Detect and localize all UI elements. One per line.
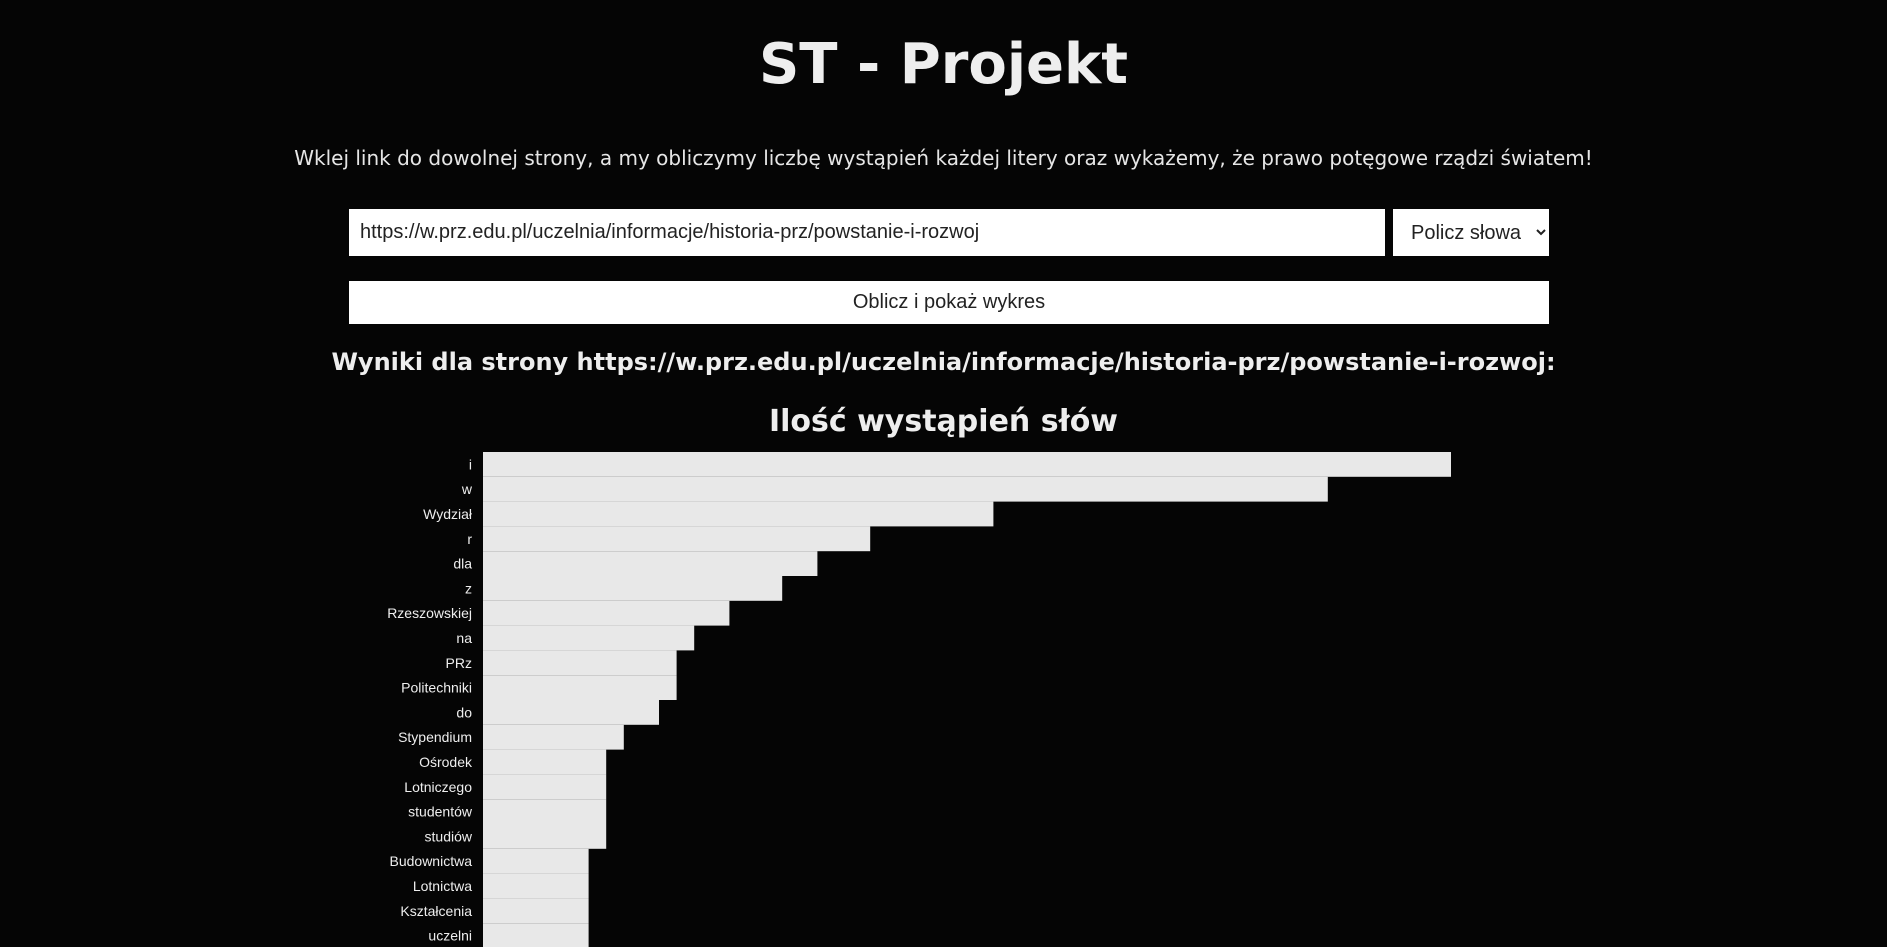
category-label-7: na (456, 630, 472, 646)
page-subtitle: Wklej link do dowolnej strony, a my obli… (294, 146, 1593, 170)
bar-5 (483, 576, 783, 601)
category-label-19: uczelni (428, 928, 472, 944)
category-label-1: w (461, 481, 473, 497)
bar-10 (483, 700, 659, 725)
bar-15 (483, 824, 607, 849)
bar-14 (483, 799, 607, 824)
category-label-10: do (456, 704, 472, 720)
category-label-18: Kształcenia (400, 903, 472, 919)
bar-13 (483, 774, 607, 800)
bar-17 (483, 873, 589, 899)
bar-0 (483, 452, 1451, 477)
bar-16 (483, 848, 589, 874)
url-input[interactable] (349, 209, 1385, 256)
category-label-4: dla (453, 556, 472, 572)
category-label-0: i (469, 456, 472, 472)
category-label-6: Rzeszowskiej (387, 605, 472, 621)
page-title: ST - Projekt (758, 32, 1129, 97)
category-label-16: Budownictwa (390, 853, 473, 869)
category-label-12: Ośrodek (419, 754, 473, 770)
bar-2 (483, 501, 994, 527)
category-label-11: Stypendium (398, 729, 472, 745)
bar-8 (483, 650, 677, 676)
bar-12 (483, 749, 607, 775)
results-heading: Wyniki dla strony https://w.prz.edu.pl/u… (331, 348, 1556, 376)
chart-title: Ilość wystąpień słów (768, 404, 1119, 439)
bar-7 (483, 625, 695, 651)
bar-11 (483, 724, 624, 750)
bar-9 (483, 675, 677, 700)
category-label-14: studentów (408, 804, 473, 820)
category-label-3: r (467, 531, 472, 547)
category-label-2: Wydział (423, 506, 473, 522)
bar-18 (483, 898, 589, 924)
mode-select[interactable]: Policz słowa (1393, 209, 1549, 256)
bar-3 (483, 526, 871, 552)
bar-19 (483, 923, 589, 947)
category-label-13: Lotniczego (404, 779, 472, 795)
category-label-5: z (465, 580, 472, 596)
category-label-8: PRz (446, 655, 472, 671)
compute-button[interactable]: Oblicz i pokaż wykres (349, 281, 1549, 324)
bar-1 (483, 476, 1328, 502)
bar-4 (483, 551, 818, 576)
bar-6 (483, 600, 730, 626)
category-label-9: Politechniki (401, 680, 472, 696)
category-label-15: studiów (425, 828, 473, 844)
category-label-17: Lotnictwa (413, 878, 472, 894)
word-count-chart: iw Wydział r dla z Rzeszowskiej na PRz Politechn… (387, 452, 1451, 947)
